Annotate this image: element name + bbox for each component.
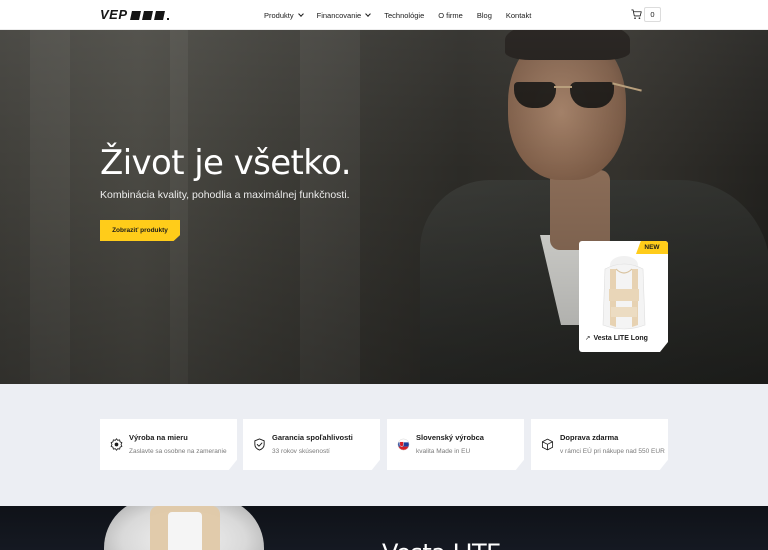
hero-title: Život je všetko. — [100, 143, 352, 183]
site-header: VEP Produkty Financovanie Technológie O … — [0, 0, 768, 30]
box-icon — [541, 438, 554, 451]
nav-label-blog: Blog — [476, 10, 492, 20]
shield-check-icon — [254, 438, 265, 451]
show-products-button[interactable]: Zobraziť produkty — [100, 220, 180, 241]
nav-label-technologie: Technológie — [384, 10, 425, 20]
logo-bar-1 — [129, 10, 141, 20]
gear-badge-icon — [110, 438, 123, 451]
nav-item-o-firme[interactable]: O firme — [438, 11, 463, 20]
arrow-up-right-icon: ↗ — [585, 335, 591, 342]
nav-label-produkty: Produkty — [264, 10, 294, 20]
logo-bar-2 — [141, 10, 153, 20]
product-card-link[interactable]: ↗ Vesta LITE Long — [585, 334, 648, 343]
feature-description: kvalita Made in EU — [416, 448, 471, 455]
feature-title: Garancia spoľahlivosti — [272, 433, 353, 442]
logo-dot — [166, 18, 169, 20]
feature-card-custom-made: Výroba na mieru Zaslavte sa osobne na za… — [100, 419, 237, 470]
feature-card-free-shipping: Doprava zdarma v rámci EÚ pri nákupe nad… — [531, 419, 668, 470]
nav-item-blog[interactable]: Blog — [477, 11, 492, 20]
nav-item-technologie[interactable]: Technológie — [384, 11, 424, 20]
cart-icon[interactable] — [631, 9, 642, 20]
vest-product-image — [602, 256, 646, 330]
chevron-down-icon — [297, 11, 304, 17]
nav-label-financovanie: Financovanie — [316, 10, 362, 20]
nav-label-o-firme: O firme — [438, 10, 463, 20]
vep-logo[interactable]: VEP — [100, 8, 169, 22]
nav-item-produkty[interactable]: Produkty — [264, 10, 304, 20]
features-section: Výroba na mieru Zaslavte sa osobne na za… — [0, 384, 768, 506]
main-nav: Produkty Financovanie Technológie O firm… — [264, 0, 531, 30]
logo-text: VEP — [100, 7, 128, 22]
product-card-label: Vesta LITE Long — [593, 334, 648, 342]
feature-title: Doprava zdarma — [560, 433, 619, 442]
cart-count-badge[interactable]: 0 — [644, 7, 661, 22]
feature-card-reliability: Garancia spoľahlivosti 33 rokov skúsenos… — [243, 419, 380, 470]
feature-title: Slovenský výrobca — [416, 433, 484, 442]
section-title: Vesta LITE — [382, 539, 501, 550]
chevron-down-icon — [365, 11, 372, 17]
slovak-flag-icon — [397, 438, 410, 451]
nav-item-kontakt[interactable]: Kontakt — [506, 11, 531, 20]
product-card[interactable]: NEW ↗ Vesta LITE Long — [579, 241, 668, 352]
feature-card-slovak-maker: Slovenský výrobca kvalita Made in EU — [387, 419, 524, 470]
feature-description: Zaslavte sa osobne na zameranie — [129, 448, 227, 455]
feature-title: Výroba na mieru — [129, 433, 188, 442]
hero-subtitle: Kombinácia kvality, pohodlia a maximálne… — [100, 189, 350, 201]
logo-bar-3 — [153, 10, 165, 20]
vest-panel — [168, 512, 202, 550]
new-badge: NEW — [636, 241, 668, 254]
feature-description: 33 rokov skúseností — [272, 448, 330, 455]
nav-item-financovanie[interactable]: Financovanie — [316, 10, 372, 20]
feature-description: v rámci EÚ pri nákupe nad 550 EUR — [560, 448, 665, 455]
product-highlight-section: Vesta LITE — [0, 506, 768, 550]
nav-label-kontakt: Kontakt — [505, 10, 532, 20]
